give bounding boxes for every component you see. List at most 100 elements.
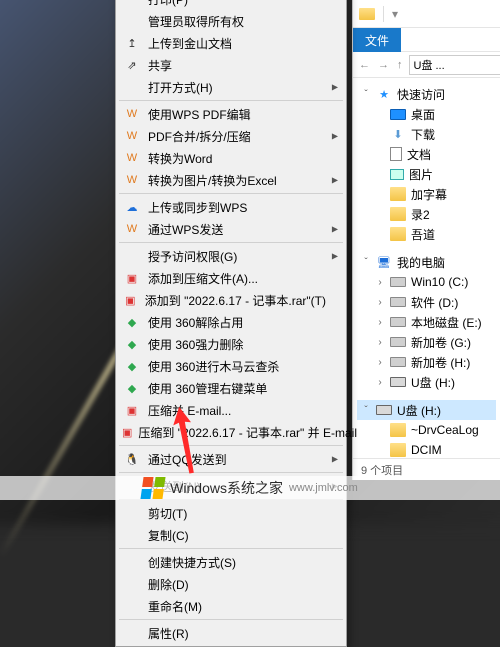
menu-item-label: 授予访问权限(G) [148, 248, 237, 265]
titlebar: ▾ [353, 0, 500, 28]
qa-wudao-label: 吾道 [411, 226, 435, 243]
desktop-icon [390, 109, 406, 120]
address-bar: ← → ↑ [353, 52, 500, 78]
menu-item-label: 添加到 "2022.6.17 - 记事本.rar"(T) [145, 292, 326, 309]
menu-item[interactable]: ▣压缩并 E-mail... [118, 399, 344, 421]
folder-icon [359, 8, 375, 20]
menu-item[interactable]: ◆ 使用 360强力删除 [118, 333, 344, 355]
menu-item[interactable]: ⇗共享 [118, 54, 344, 76]
file-explorer-window: ▾ 文件 ← → ↑ ˇ ★ 快速访问 桌面 ⬇下载 文档 图片 加字幕 录2 … [352, 0, 500, 480]
menu-item[interactable]: ☁上传或同步到WPS [118, 196, 344, 218]
menu-separator [119, 619, 343, 620]
file-tab[interactable]: 文件 [353, 28, 401, 52]
drive-h1[interactable]: ›新加卷 (H:) [357, 352, 496, 372]
menu-item[interactable]: 🐧通过QQ发送到 [118, 448, 344, 470]
ribbon-tabs: 文件 [353, 28, 500, 52]
drive-h2[interactable]: ›U盘 (H:) [357, 372, 496, 392]
context-menu: 打印(P) 管理员取得所有权 ↥上传到金山文档⇗共享打开方式(H) W使用WPS PD… [115, 0, 347, 647]
menu-item-label: PDF合并/拆分/压缩 [148, 128, 251, 145]
drive-e[interactable]: ›本地磁盘 (E:) [357, 312, 496, 332]
this-pc-node[interactable]: ˇ 🖥 我的电脑 [357, 252, 496, 272]
drive-c[interactable]: ›Win10 (C:) [357, 272, 496, 292]
menu-item-icon [122, 527, 142, 543]
nav-up-icon[interactable]: ↑ [395, 59, 405, 71]
menu-separator [119, 472, 343, 473]
menu-item[interactable]: 打开方式(H) [118, 76, 344, 98]
menu-item[interactable]: 剪切(T) [118, 502, 344, 524]
menu-item[interactable]: ↥上传到金山文档 [118, 32, 344, 54]
qa-pictures[interactable]: 图片 [357, 164, 496, 184]
menu-item-icon: W [122, 221, 142, 237]
menu-item[interactable]: ◆ 使用 360解除占用 [118, 311, 344, 333]
usb-icon [390, 377, 406, 387]
menu-item-icon: ◆ [122, 314, 142, 330]
menu-item-label: 删除(D) [148, 576, 189, 593]
ribbon-rest [401, 28, 500, 52]
menu-item-icon [122, 554, 142, 570]
menu-item-icon: ◆ [122, 358, 142, 374]
qa-documents[interactable]: 文档 [357, 144, 496, 164]
menu-item[interactable]: ◆使用 360管理右键菜单 [118, 377, 344, 399]
qa-downloads[interactable]: ⬇下载 [357, 124, 496, 144]
qa-subtitles[interactable]: 加字幕 [357, 184, 496, 204]
menu-separator [119, 100, 343, 101]
menu-item[interactable]: 授予访问权限(G) [118, 245, 344, 267]
menu-item[interactable]: 属性(R) [118, 622, 344, 644]
menu-item-label: 通过WPS发送 [148, 221, 223, 238]
menu-item-label: 使用 360管理右键菜单 [148, 380, 267, 397]
menu-item-icon: W [122, 172, 142, 188]
folder-icon [390, 423, 406, 437]
folder-icon [390, 187, 406, 201]
usb-dcim[interactable]: DCIM [357, 440, 496, 458]
menu-item-label: 管理员取得所有权 [148, 13, 244, 30]
menu-item[interactable]: 删除(D) [118, 573, 344, 595]
menu-item[interactable]: 重命名(M) [118, 595, 344, 617]
star-icon: ★ [376, 87, 392, 101]
menu-item[interactable]: WPDF合并/拆分/压缩 [118, 125, 344, 147]
drive-d[interactable]: ›软件 (D:) [357, 292, 496, 312]
menu-item[interactable]: ▣添加到 "2022.6.17 - 记事本.rar"(T) [118, 289, 344, 311]
menu-item[interactable]: 复制(C) [118, 524, 344, 546]
qa-wudao[interactable]: 吾道 [357, 224, 496, 244]
menu-item[interactable]: W转换为Word [118, 147, 344, 169]
usb-root-node[interactable]: ˇ U盘 (H:) [357, 400, 496, 420]
menu-item-label: 重命名(M) [148, 598, 202, 615]
qa-downloads-label: 下载 [411, 126, 435, 143]
menu-item-icon [122, 625, 142, 641]
drive-h1-label: 新加卷 (H:) [411, 354, 470, 371]
menu-separator [119, 445, 343, 446]
document-icon [390, 147, 402, 161]
menu-item-label: 使用 360解除占用 [148, 314, 243, 331]
menu-item[interactable]: W使用WPS PDF编辑 [118, 103, 344, 125]
menu-item-icon: ◆ [122, 336, 142, 352]
annotation-arrow [170, 400, 200, 480]
menu-item-icon: ▣ [122, 424, 132, 440]
qa-pictures-label: 图片 [409, 166, 433, 183]
menu-item[interactable]: W转换为图片/转换为Excel [118, 169, 344, 191]
usb-drvcealog-label: ~DrvCeaLog [411, 423, 479, 437]
drive-icon [390, 277, 406, 287]
menu-item[interactable]: ▣添加到压缩文件(A)... [118, 267, 344, 289]
nav-back-icon[interactable]: ← [357, 59, 372, 71]
menu-separator [119, 242, 343, 243]
address-input[interactable] [409, 55, 500, 75]
menu-item[interactable]: W 通过WPS发送 [118, 218, 344, 240]
menu-item[interactable]: ▣压缩到 "2022.6.17 - 记事本.rar" 并 E-mail [118, 421, 344, 443]
menu-item-label: 使用 360强力删除 [148, 336, 243, 353]
drive-g[interactable]: ›新加卷 (G:) [357, 332, 496, 352]
menu-item[interactable]: 创建快捷方式(S) [118, 551, 344, 573]
menu-item[interactable]: 打印(P) [118, 0, 344, 10]
menu-item[interactable]: 管理员取得所有权 [118, 10, 344, 32]
menu-item[interactable]: ◆使用 360进行木马云查杀 [118, 355, 344, 377]
menu-item-icon: W [122, 150, 142, 166]
menu-item-icon: ▣ [122, 402, 142, 418]
drive-icon [390, 357, 406, 367]
usb-drvcealog[interactable]: ~DrvCeaLog [357, 420, 496, 440]
menu-item-icon [122, 576, 142, 592]
qa-desktop[interactable]: 桌面 [357, 104, 496, 124]
quick-access-node[interactable]: ˇ ★ 快速访问 [357, 84, 496, 104]
menu-item-icon [122, 505, 142, 521]
qa-rec2[interactable]: 录2 [357, 204, 496, 224]
menu-item-icon [122, 598, 142, 614]
nav-fwd-icon[interactable]: → [376, 59, 391, 71]
